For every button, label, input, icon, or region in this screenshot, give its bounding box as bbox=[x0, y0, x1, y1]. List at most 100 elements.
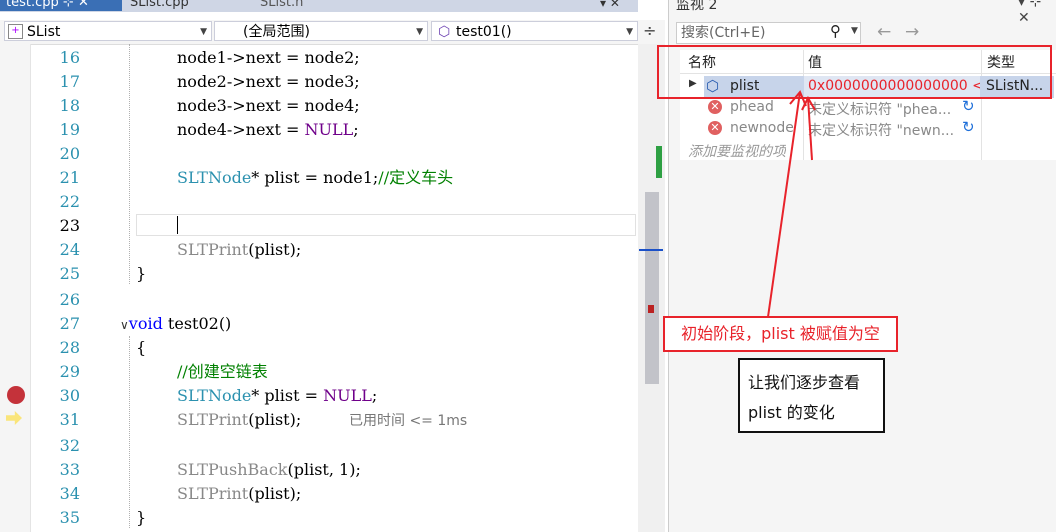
code-line-30[interactable]: SLTNode* plist = NULL; bbox=[177, 384, 377, 408]
watch-row-name: phead bbox=[730, 99, 774, 115]
code-line-25[interactable]: } bbox=[136, 262, 146, 286]
current-line-highlight bbox=[136, 214, 636, 236]
text-caret bbox=[177, 216, 178, 234]
annotation-callout-black: 让我们逐步查看 plist 的变化 bbox=[738, 358, 885, 433]
caret-position-marker bbox=[639, 249, 663, 251]
code-token: ; bbox=[353, 120, 359, 139]
macro-token: NULL bbox=[323, 386, 372, 405]
code-token: (plist); bbox=[248, 240, 302, 259]
close-tab-icon[interactable]: ✕ bbox=[78, 0, 89, 10]
code-line-28[interactable]: { bbox=[136, 336, 146, 360]
arrow-right-icon[interactable]: → bbox=[905, 22, 919, 42]
annotation-callout-red: 初始阶段，plist 被赋值为空 bbox=[663, 316, 898, 352]
code-line-24[interactable]: SLTPrint(plist); bbox=[177, 238, 301, 262]
code-line-31[interactable]: SLTPrint(plist); bbox=[177, 408, 301, 432]
code-line-29[interactable]: //创建空链表 bbox=[177, 360, 268, 384]
code-token: (plist); bbox=[248, 484, 302, 503]
change-marker bbox=[656, 146, 662, 178]
pin-icon[interactable]: ⊹ bbox=[63, 0, 74, 10]
keyword-token: void bbox=[128, 314, 163, 333]
code-line-16[interactable]: node1->next = node2; bbox=[177, 46, 360, 70]
scope-combo[interactable]: (全局范围) ▼ bbox=[214, 21, 428, 41]
tab-test-cpp[interactable]: test.cpp ⊹ ✕ bbox=[0, 0, 122, 11]
line-number: 17 bbox=[59, 72, 80, 91]
watch-row-name: newnode bbox=[730, 120, 794, 136]
macro-token: NULL bbox=[304, 120, 354, 139]
arrow-left-icon[interactable]: ← bbox=[877, 22, 891, 42]
tab-slist-h[interactable]: SList.h bbox=[260, 0, 303, 11]
watch-row-value: 未定义标识符 "phea... bbox=[808, 102, 952, 118]
code-line-27[interactable]: ∨void test02() bbox=[120, 312, 231, 336]
collapse-chevron-icon[interactable]: ∨ bbox=[120, 318, 129, 332]
code-token: node4->next = bbox=[177, 120, 305, 139]
refresh-icon[interactable]: ↻ bbox=[962, 97, 975, 115]
chevron-down-icon: ▼ bbox=[200, 27, 207, 37]
function-token: SLTPushBack bbox=[177, 460, 288, 479]
refresh-icon[interactable]: ↻ bbox=[962, 118, 975, 136]
code-token: node3->next = node4; bbox=[177, 96, 360, 115]
breakpoint-icon[interactable] bbox=[7, 386, 25, 404]
code-line-17[interactable]: node2->next = node3; bbox=[177, 70, 360, 94]
line-number: 22 bbox=[59, 192, 80, 211]
type-token: SLTNode bbox=[177, 386, 252, 405]
line-number: 18 bbox=[59, 96, 80, 115]
function-token: SLTPrint bbox=[177, 484, 249, 503]
chevron-down-icon[interactable]: ▼ bbox=[851, 26, 858, 36]
code-line-35[interactable]: } bbox=[136, 506, 146, 530]
comment-token: //定义车头 bbox=[378, 168, 454, 187]
watch-panel-controls[interactable]: ▾ ⊹ ✕ bbox=[1018, 0, 1056, 26]
breakpoint-marker bbox=[648, 305, 654, 313]
line-number: 21 bbox=[59, 168, 80, 187]
code-line-18[interactable]: node3->next = node4; bbox=[177, 94, 360, 118]
code-token: } bbox=[136, 508, 147, 527]
line-number: 35 bbox=[59, 508, 80, 527]
document-tab-strip: test.cpp ⊹ ✕ SList.cpp SList.h ▾ ✕ bbox=[0, 0, 638, 12]
line-number: 34 bbox=[59, 484, 80, 503]
code-token: * plist = bbox=[251, 386, 324, 405]
type-token: SLTNode bbox=[177, 168, 252, 187]
line-number: 24 bbox=[59, 240, 80, 259]
function-token: test02 bbox=[162, 314, 219, 333]
project-combo-value: SList bbox=[27, 24, 61, 40]
scrollbar-thumb[interactable] bbox=[645, 192, 659, 384]
code-token: node1->next = node2; bbox=[177, 48, 360, 67]
code-token: (plist); bbox=[248, 410, 302, 429]
tab-slist-h-label: SList.h bbox=[260, 0, 304, 10]
line-number: 33 bbox=[59, 460, 80, 479]
watch-row-value: 未定义标识符 "newn... bbox=[808, 123, 955, 139]
code-token: } bbox=[136, 264, 147, 283]
method-cube-icon: ⬡ bbox=[438, 24, 451, 40]
line-number: 32 bbox=[59, 436, 80, 455]
code-token: ; bbox=[371, 386, 378, 405]
code-line-34[interactable]: SLTPrint(plist); bbox=[177, 482, 301, 506]
line-number: 28 bbox=[59, 338, 80, 357]
search-icon[interactable]: ⚲ bbox=[830, 22, 841, 40]
tab-slist-cpp[interactable]: SList.cpp bbox=[130, 0, 189, 11]
line-number: 30 bbox=[59, 386, 80, 405]
line-number: 26 bbox=[59, 290, 80, 309]
line-number: 29 bbox=[59, 362, 80, 381]
code-line-21[interactable]: SLTNode* plist = node1;//定义车头 bbox=[177, 166, 453, 190]
line-number-current: 23 bbox=[59, 216, 80, 235]
line-number: 27 bbox=[59, 314, 80, 333]
line-number: 31 bbox=[59, 410, 80, 429]
project-icon: + bbox=[8, 24, 23, 39]
error-icon: ✕ bbox=[708, 121, 722, 135]
code-token: (plist, 1); bbox=[287, 460, 361, 479]
annotation-callout-line: plist 的变化 bbox=[748, 403, 835, 422]
breakpoint-gutter[interactable] bbox=[0, 44, 31, 532]
code-token: * plist = node1; bbox=[251, 168, 379, 187]
annotation-callout-line: 让我们逐步查看 bbox=[748, 373, 861, 392]
split-window-icon[interactable]: ÷ bbox=[643, 21, 656, 40]
project-combo[interactable]: + SList ▼ bbox=[4, 21, 212, 41]
elapsed-time-hint: 已用时间 <= 1ms bbox=[349, 413, 468, 429]
function-token: SLTPrint bbox=[177, 410, 249, 429]
code-line-19[interactable]: node4->next = NULL; bbox=[177, 118, 359, 142]
code-line-33[interactable]: SLTPushBack(plist, 1); bbox=[177, 458, 361, 482]
add-watch-item[interactable]: 添加要监视的项 bbox=[688, 141, 786, 161]
tab-controls[interactable]: ▾ ✕ bbox=[600, 0, 620, 11]
function-token: SLTPrint bbox=[177, 240, 249, 259]
annotation-highlight-box bbox=[657, 45, 1052, 99]
line-number: 20 bbox=[59, 144, 80, 163]
member-combo[interactable]: ⬡ test01() ▼ bbox=[431, 21, 638, 41]
